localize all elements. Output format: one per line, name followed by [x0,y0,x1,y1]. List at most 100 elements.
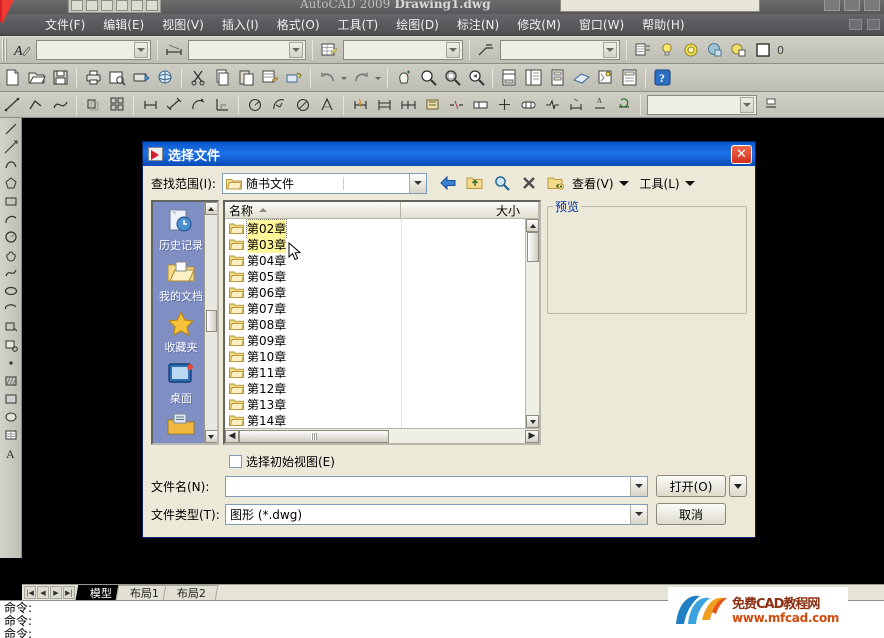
qat-new-icon[interactable] [71,0,83,11]
file-scroll-up-icon[interactable] [526,219,539,232]
place-desktop[interactable]: 桌面 [153,355,209,406]
design-center-icon[interactable] [521,66,545,90]
filetype-dropdown-icon[interactable] [630,504,647,524]
cancel-button[interactable]: 取消 [656,503,726,525]
chevron-down-icon[interactable] [603,42,617,58]
draw-polyline-icon[interactable] [2,156,20,174]
zoom-window-icon[interactable] [440,66,464,90]
dimension-update-icon[interactable] [612,93,636,117]
plot-icon[interactable] [81,66,105,90]
dimension-space-icon[interactable] [420,93,444,117]
file-row-0[interactable]: 第02章 [227,219,539,238]
qat-plot-icon[interactable] [116,0,128,11]
new-file-icon[interactable] [0,66,24,90]
pan-realtime-icon[interactable] [392,66,416,90]
menu-help[interactable]: 帮助(H) [633,14,693,35]
region-icon[interactable] [2,408,20,426]
places-scrollbar[interactable] [204,202,217,443]
qat-open-icon[interactable] [86,0,98,11]
zoom-realtime-icon[interactable] [416,66,440,90]
baseline-dimension-icon[interactable] [372,93,396,117]
array-icon[interactable] [105,93,129,117]
file-row-10[interactable]: 第12章 [227,380,539,396]
inspect-dimension-icon[interactable] [516,93,540,117]
chevron-down-icon[interactable] [134,42,148,58]
file-list-body[interactable]: 第02章 第03章 第04章 第05章 第06章 第07章 第08章 第09章 … [225,219,539,428]
file-row-11[interactable]: 第13章 [227,396,539,412]
layer-on-off-icon[interactable] [655,38,679,62]
file-list-vertical-scrollbar[interactable] [525,219,539,428]
back-arrow-icon[interactable] [437,173,459,194]
menu-insert[interactable]: 插入(I) [213,14,268,35]
column-header-size[interactable]: 大小 [401,202,539,218]
help-icon[interactable]: ? [650,66,674,90]
draw-polygon-icon[interactable] [2,174,20,192]
minimize-button[interactable] [824,0,840,11]
places-scroll-thumb[interactable] [205,310,217,332]
close-button[interactable] [864,0,880,11]
jog-line-icon[interactable] [540,93,564,117]
menu-view[interactable]: 视图(V) [153,14,213,35]
mdi-restore-button[interactable] [867,19,880,30]
draw-rectangle-icon[interactable] [2,192,20,210]
publish-icon[interactable] [129,66,153,90]
redo-dropdown-icon[interactable] [373,66,383,90]
dimension-break-icon[interactable] [444,93,468,117]
delete-icon[interactable] [518,173,540,194]
draw-line-icon[interactable] [2,120,20,138]
place-history[interactable]: 历史记录 [153,202,209,253]
multileader-style-icon[interactable] [474,38,498,62]
lookin-dropdown-icon[interactable] [408,173,426,193]
properties-palette-icon[interactable] [497,66,521,90]
initial-view-label[interactable]: 选择初始视图(E) [246,453,335,470]
zoom-previous-icon[interactable] [464,66,488,90]
mdi-minimize-button[interactable] [849,19,862,30]
last-layout-button[interactable]: ▶| [63,586,75,599]
dialog-close-button[interactable]: ✕ [731,144,752,164]
markup-set-manager-icon[interactable] [593,66,617,90]
infocenter-search-input[interactable] [560,0,760,12]
draw-ellipse-icon[interactable] [2,282,20,300]
table-icon[interactable] [2,426,20,444]
continue-dimension-icon[interactable] [396,93,420,117]
paste-icon[interactable] [234,66,258,90]
dimension-edit-icon[interactable] [564,93,588,117]
aligned-dimension-icon[interactable] [162,93,186,117]
next-layout-button[interactable]: ▶ [50,586,62,599]
file-scroll-left-icon[interactable]: ◀ [225,429,239,443]
match-properties-icon[interactable] [258,66,282,90]
file-row-9[interactable]: 第11章 [227,364,539,380]
block-editor-icon[interactable] [282,66,306,90]
hatch-icon[interactable] [2,372,20,390]
3dorbit-icon[interactable] [153,66,177,90]
chevron-down-icon[interactable] [289,42,303,58]
menu-tools[interactable]: 工具(T) [329,14,388,35]
gradient-icon[interactable] [2,390,20,408]
places-scroll-up-icon[interactable] [204,202,217,215]
qat-save-icon[interactable] [101,0,113,11]
menu-format[interactable]: 格式(O) [268,14,329,35]
insert-block-icon[interactable] [2,318,20,336]
filetype-combo[interactable]: 图形 (*.dwg) [225,503,648,525]
places-scroll-down-icon[interactable] [204,430,217,443]
save-file-icon[interactable] [48,66,72,90]
menu-file[interactable]: 文件(F) [36,14,94,35]
arc-dimension-icon[interactable] [186,93,210,117]
file-row-6[interactable]: 第08章 [227,316,539,332]
linear-dimension-icon[interactable] [138,93,162,117]
dimstyle-control-combo[interactable] [647,94,757,115]
cut-icon[interactable] [186,66,210,90]
table-style-icon[interactable] [317,38,341,62]
qat-undo-icon[interactable] [131,0,143,11]
prev-layout-button[interactable]: ◀ [37,586,49,599]
tools-menu-chevron-down-icon[interactable] [684,180,695,186]
menu-dimension[interactable]: 标注(N) [448,14,508,35]
diameter-dimension-icon[interactable] [291,93,315,117]
new-folder-icon[interactable] [545,173,567,194]
tolerance-icon[interactable] [468,93,492,117]
open-dropdown-button[interactable] [729,475,747,497]
draw-ellipse-arc-icon[interactable] [2,300,20,318]
angular-dimension-icon[interactable] [315,93,339,117]
table-style-combo[interactable] [343,40,463,60]
file-row-2[interactable]: 第04章 [227,252,539,268]
